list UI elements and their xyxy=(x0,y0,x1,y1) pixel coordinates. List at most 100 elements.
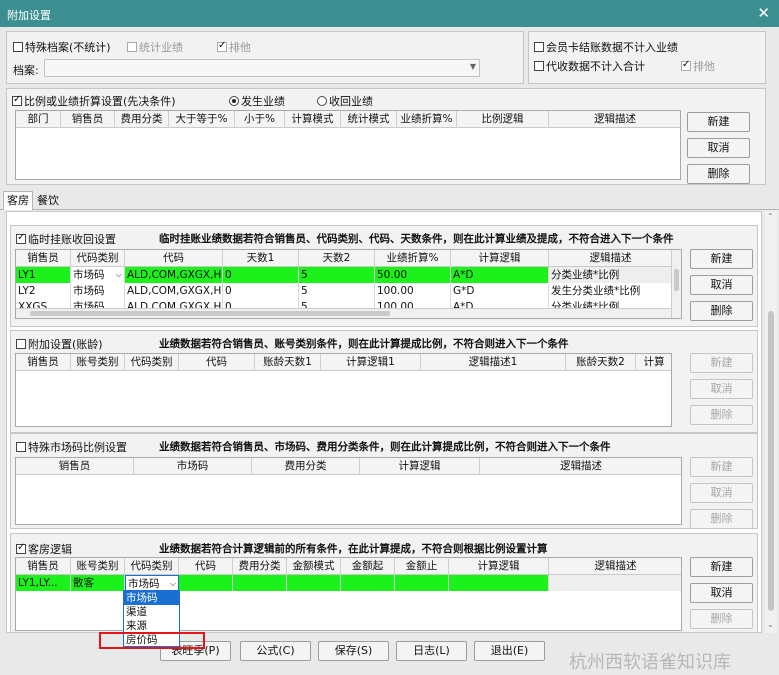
cell xyxy=(287,575,341,591)
table-row[interactable]: XXGS 市场码 ALD,COM,GXGX,H... 0 5 100.00 A*… xyxy=(16,299,681,308)
stat-perf-checkbox[interactable]: 统计业绩 xyxy=(127,39,183,55)
col-header: 账号类别 xyxy=(71,558,125,575)
cell xyxy=(395,575,449,591)
scrollbar-thumb[interactable] xyxy=(768,311,774,611)
col-header: 业绩折算% xyxy=(375,250,451,267)
stat-perf-label: 统计业绩 xyxy=(139,41,183,54)
dropdown-option[interactable]: 市场码 xyxy=(124,591,179,605)
col-header: 计算逻辑1 xyxy=(321,354,421,371)
aging-new-button[interactable]: 新建 xyxy=(690,353,753,373)
dropdown-option[interactable]: 渠道 xyxy=(124,605,179,619)
col-header: 金额止 xyxy=(395,558,449,575)
col-header: 销售员 xyxy=(16,558,71,575)
col-header: 代码类别 xyxy=(125,558,179,575)
radio-recover[interactable]: 收回业绩 xyxy=(317,93,373,109)
temp-delete-button[interactable]: 删除 xyxy=(690,301,753,321)
table-row[interactable]: LY1 市场码 ⌵ ALD,COM,GXGX,H... 0 5 50.00 A*D… xyxy=(16,267,681,283)
agent-data-checkbox[interactable]: 代收数据不计入合计 xyxy=(534,58,645,74)
col-header: 逻辑描述 xyxy=(480,458,681,475)
room-checkbox[interactable]: 客房逻辑 xyxy=(16,541,72,557)
cell xyxy=(179,575,233,591)
window-titlebar: 附加设置 ✕ xyxy=(0,0,779,27)
code-type-select[interactable]: 市场码 ⌵ xyxy=(125,575,179,591)
room-grid[interactable]: 销售员 账号类别 代码类别 代码 费用分类 金额模式 金额起 金额止 计算逻辑 … xyxy=(15,557,682,631)
col-header: 金额起 xyxy=(341,558,395,575)
ratio-delete-button[interactable]: 删除 xyxy=(687,164,750,184)
tab-strip: 客房 餐饮 xyxy=(0,191,779,210)
scroll-down-icon[interactable]: ⌄ xyxy=(767,620,774,629)
col-header: 计算 xyxy=(636,354,671,371)
aging-grid[interactable]: 销售员 账号类别 代码类别 代码 账龄天数1 计算逻辑1 逻辑描述1 账龄天数2… xyxy=(15,353,672,427)
checkbox-box xyxy=(16,542,26,554)
special-new-button[interactable]: 新建 xyxy=(690,457,753,477)
aging-delete-button[interactable]: 删除 xyxy=(690,405,753,425)
temp-new-button[interactable]: 新建 xyxy=(690,249,753,269)
col-header: 代码 xyxy=(179,558,233,575)
col-header: 费用分类 xyxy=(233,558,287,575)
exclude-checkbox[interactable]: 排他 xyxy=(217,39,251,55)
aging-cancel-button[interactable]: 取消 xyxy=(690,379,753,399)
log-button[interactable]: 日志(L) xyxy=(396,641,467,661)
tab-catering[interactable]: 餐饮 xyxy=(34,193,62,210)
col-header: 天数1 xyxy=(223,250,299,267)
temp-panel: 临时挂账收回设置 临时挂账业绩数据若符合销售员、代码类别、代码、天数条件，则在此… xyxy=(10,225,758,327)
cell: 发生分类业绩*比例 xyxy=(549,283,673,299)
aging-checkbox[interactable]: 附加设置(账龄) xyxy=(16,336,103,352)
cell: 市场码 xyxy=(71,283,125,299)
cell: 100.00 xyxy=(375,283,451,299)
checkbox-box xyxy=(13,42,23,52)
table-row[interactable]: LY2 市场码 ALD,COM,GXGX,H... 0 5 100.00 G*D… xyxy=(16,283,681,299)
ratio-cancel-button[interactable]: 取消 xyxy=(687,138,750,158)
room-cancel-button[interactable]: 取消 xyxy=(690,583,753,603)
special-cancel-button[interactable]: 取消 xyxy=(690,483,753,503)
col-header: 代码类别 xyxy=(71,250,125,267)
special-archive-checkbox[interactable]: 特殊档案(不统计) xyxy=(13,39,111,55)
col-header: 代码 xyxy=(125,250,223,267)
scroll-up-icon[interactable]: ⌃ xyxy=(767,212,774,221)
grid-header: 销售员 市场码 费用分类 计算逻辑 逻辑描述 xyxy=(16,458,681,475)
col-header: 费用分类 xyxy=(252,458,360,475)
special-desc: 业绩数据若符合销售员、市场码、费用分类条件，则在此计算提成比例，不符合则进入下一… xyxy=(159,441,611,453)
exit-button[interactable]: 退出(E) xyxy=(474,641,545,661)
save-button[interactable]: 保存(S) xyxy=(318,641,389,661)
tab-room[interactable]: 客房 xyxy=(3,191,33,210)
temp-cancel-button[interactable]: 取消 xyxy=(690,275,753,295)
scrollbar-thumb[interactable] xyxy=(674,269,679,291)
col-header: 逻辑描述 xyxy=(549,250,673,267)
col-header: 金额模式 xyxy=(287,558,341,575)
horizontal-scrollbar[interactable] xyxy=(16,308,671,318)
exclude2-checkbox[interactable]: 排他 xyxy=(681,58,715,74)
vertical-scrollbar[interactable] xyxy=(671,250,681,318)
room-delete-button[interactable]: 删除 xyxy=(690,609,753,629)
cell xyxy=(233,575,287,591)
col-header: 销售员 xyxy=(16,250,71,267)
temp-grid[interactable]: 销售员 代码类别 代码 天数1 天数2 业绩折算% 计算逻辑 逻辑描述 LY1 … xyxy=(15,249,682,319)
archive-select[interactable]: ▼ xyxy=(44,59,480,77)
member-card-checkbox[interactable]: 会员卡结账数据不计入业绩 xyxy=(534,39,678,55)
cell: 100.00 xyxy=(375,299,451,308)
col-header: 账龄天数2 xyxy=(566,354,636,371)
special-delete-button[interactable]: 删除 xyxy=(690,509,753,529)
aging-title: 附加设置(账龄) xyxy=(28,338,103,351)
cell: 5 xyxy=(299,299,375,308)
checkbox-box xyxy=(16,442,26,452)
cell-value: 市场码 xyxy=(73,269,105,281)
table-row[interactable]: LY1,LY... 散客 市场码 ⌵ xyxy=(16,575,681,591)
cell: XXGS xyxy=(16,299,71,308)
ratio-checkbox[interactable]: 比例或业绩折算设置(先决条件) xyxy=(12,93,176,109)
page-scrollbar[interactable]: ⌃ ⌄ xyxy=(765,211,777,633)
radio-occur[interactable]: 发生业绩 xyxy=(229,93,285,109)
temp-checkbox[interactable]: 临时挂账收回设置 xyxy=(16,231,116,247)
window-title: 附加设置 xyxy=(7,9,51,22)
close-icon[interactable]: ✕ xyxy=(757,4,770,22)
formula-button[interactable]: 公式(C) xyxy=(240,641,311,661)
special-grid[interactable]: 销售员 市场码 费用分类 计算逻辑 逻辑描述 xyxy=(15,457,682,525)
dropdown-option[interactable]: 来源 xyxy=(124,619,179,633)
ratio-new-button[interactable]: 新建 xyxy=(687,112,750,132)
special-checkbox[interactable]: 特殊市场码比例设置 xyxy=(16,439,127,455)
ratio-grid[interactable]: 部门 销售员 费用分类 大于等于% 小于% 计算模式 统计模式 业绩折算% 比例… xyxy=(15,110,681,180)
code-type-select[interactable]: 市场码 ⌵ xyxy=(71,267,125,283)
col-header: 代码 xyxy=(179,354,255,371)
room-new-button[interactable]: 新建 xyxy=(690,557,753,577)
scrollbar-thumb[interactable] xyxy=(30,311,390,316)
